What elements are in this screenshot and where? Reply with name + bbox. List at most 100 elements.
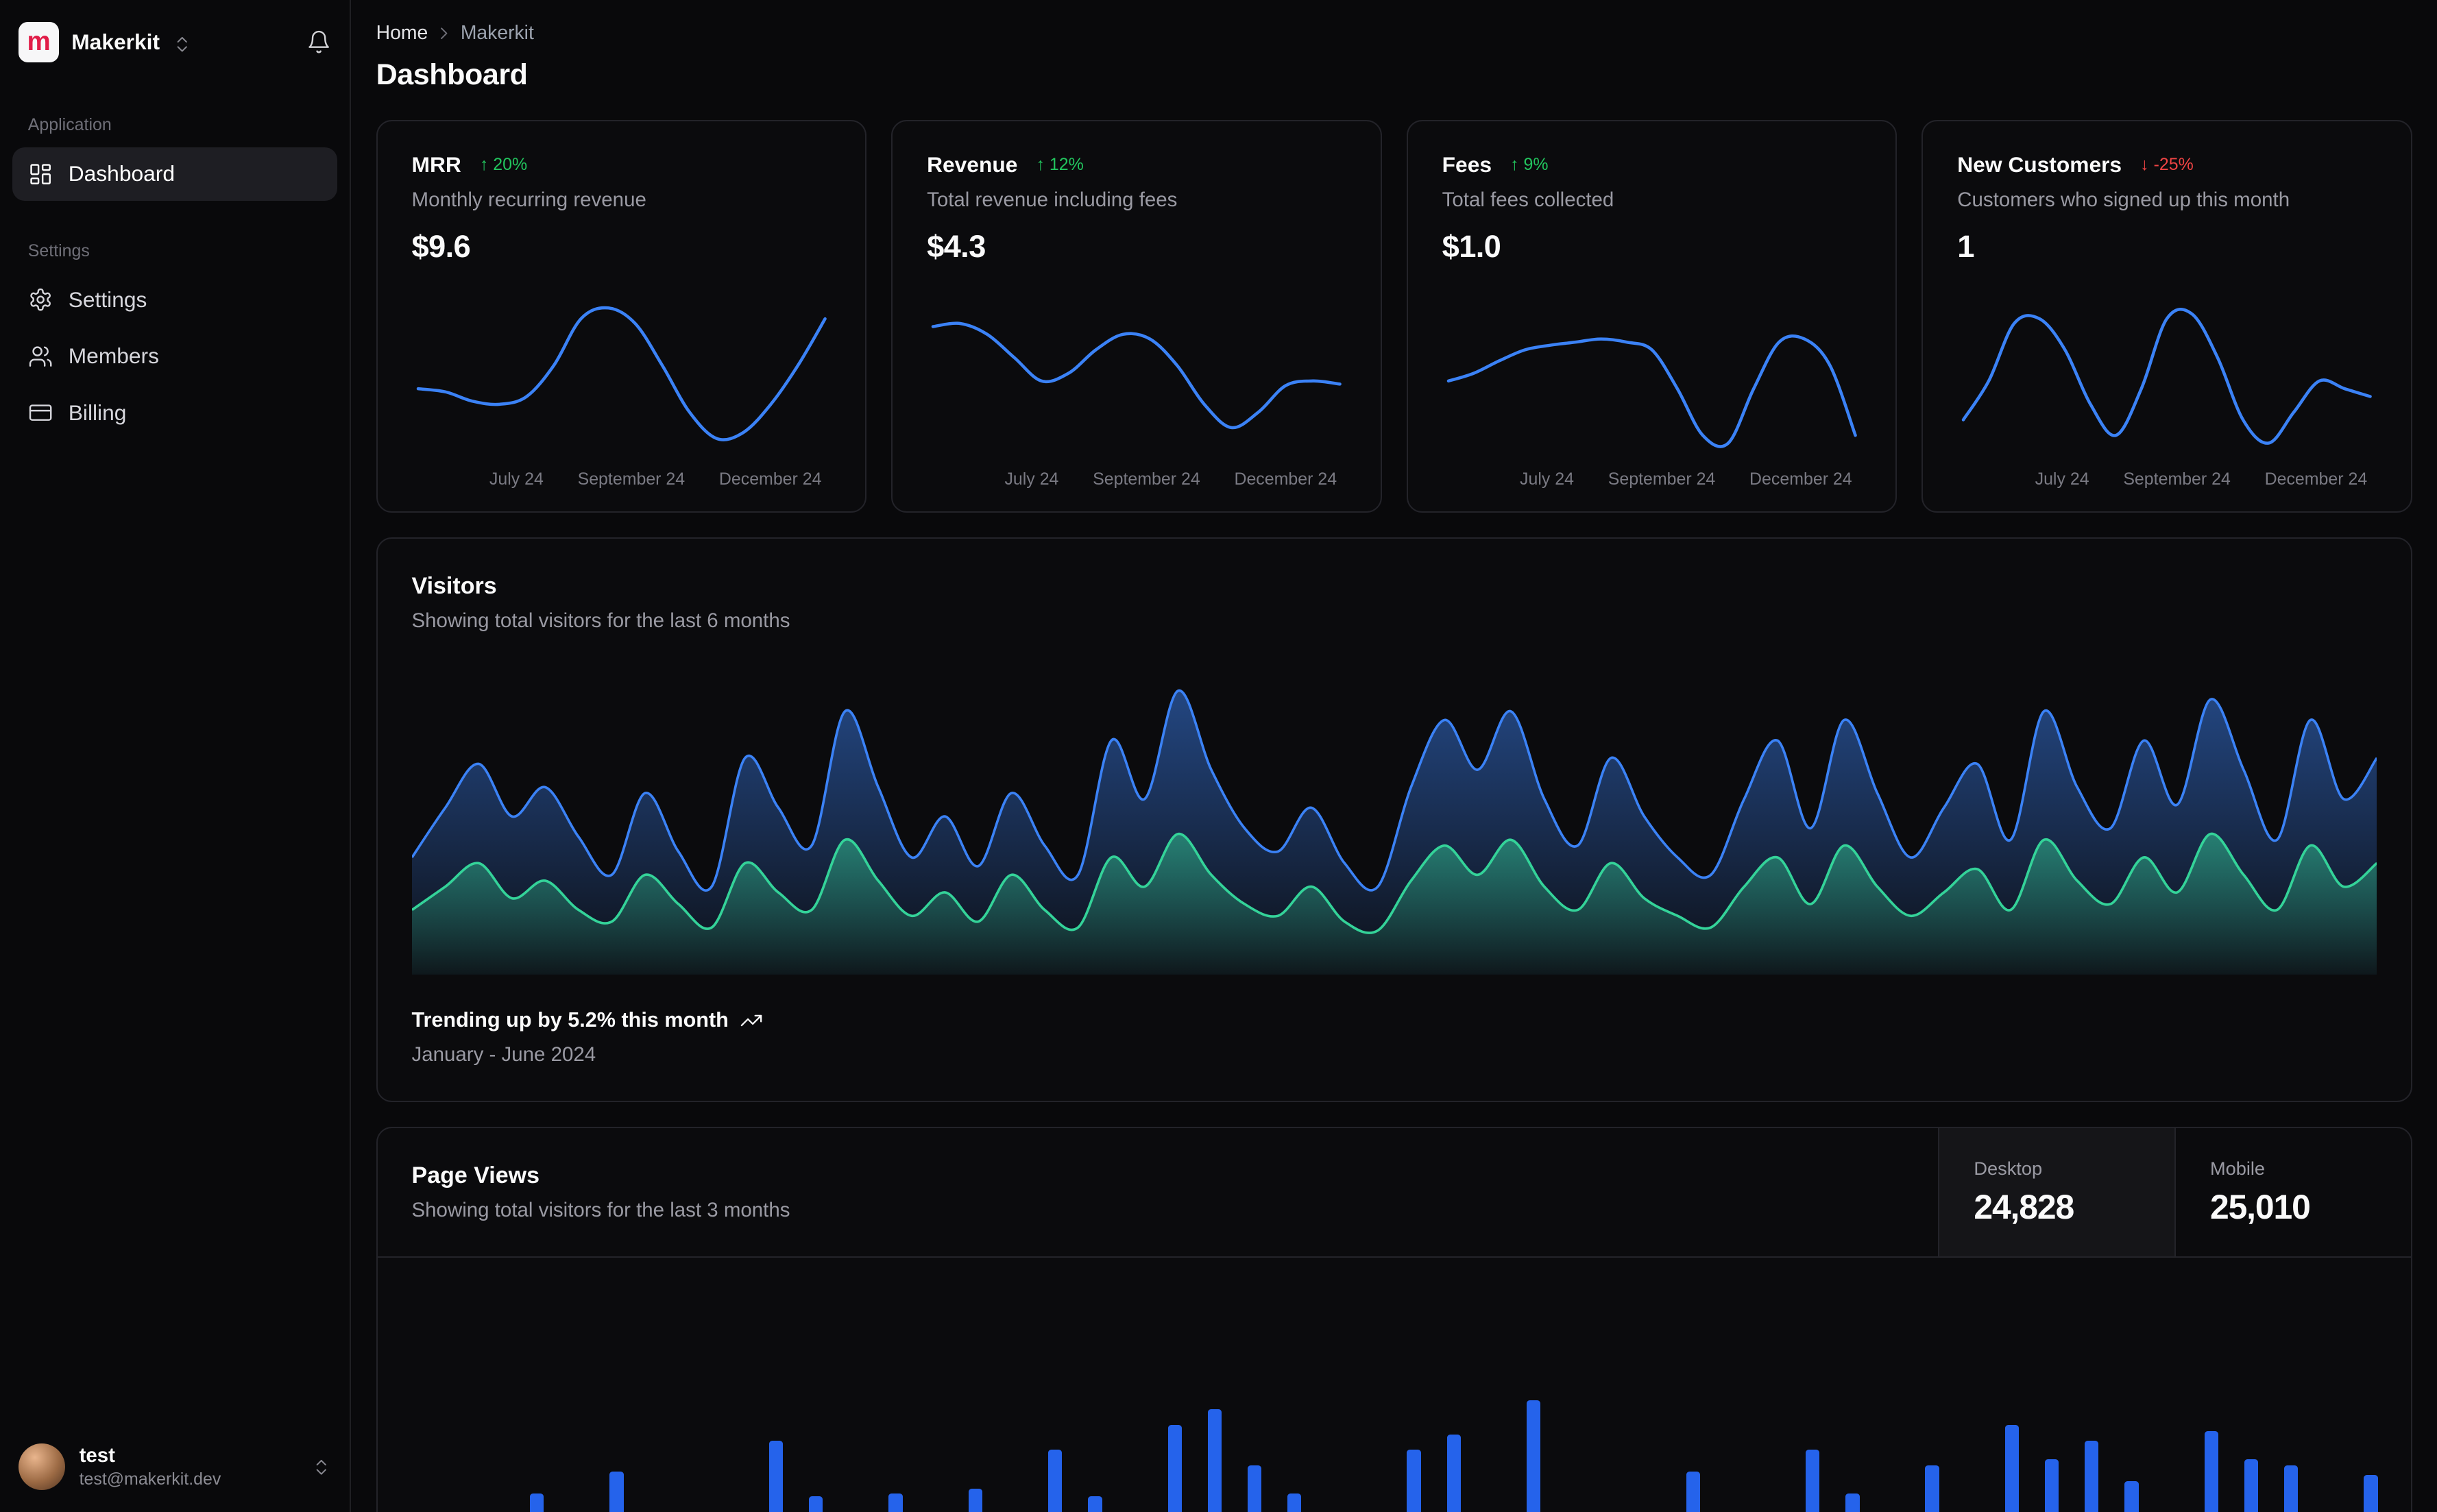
bar [1167, 1425, 1182, 1512]
toggle-value: 24,828 [1974, 1188, 2074, 1227]
visitors-card: Visitors Showing total visitors for the … [376, 537, 2412, 1103]
bar [1287, 1493, 1302, 1512]
bar [2085, 1440, 2099, 1512]
page-views-subtitle: Showing total visitors for the last 3 mo… [411, 1198, 790, 1221]
revenue-sparkline-chart [931, 321, 1342, 430]
avatar [19, 1443, 66, 1491]
bar [1207, 1409, 1222, 1512]
bar [609, 1472, 624, 1512]
notifications-bell-icon[interactable] [306, 29, 331, 54]
breadcrumb: Home Makerkit [376, 22, 2412, 45]
chevrons-up-down-icon [311, 1457, 331, 1477]
breadcrumb-home-link[interactable]: Home [376, 22, 428, 45]
chart-x-axis: July 24 September 24 December 24 [1520, 470, 1852, 489]
stat-card-mrr: MRR ↑ 20% Monthly recurring revenue $9.6 … [376, 119, 866, 513]
credit-card-icon [28, 400, 53, 425]
sidebar-item-label: Members [68, 343, 159, 369]
bar [530, 1493, 544, 1512]
user-account-menu[interactable]: test test@makerkit.dev [12, 1425, 337, 1512]
fees-sparkline-chart [1446, 334, 1857, 448]
trend-arrow-icon: ↑ [480, 155, 489, 175]
app-window: m Makerkit Application Dashboard Setting… [0, 0, 2437, 1512]
sidebar-item-label: Settings [68, 287, 147, 313]
chart-x-axis: July 24 September 24 December 24 [1004, 470, 1337, 489]
visitors-date-range: January - June 2024 [411, 1043, 596, 1066]
stat-description: Monthly recurring revenue [411, 188, 646, 212]
stat-value: $4.3 [927, 229, 986, 265]
trend-arrow-icon: ↑ [1510, 155, 1519, 175]
bar [2283, 1465, 2299, 1512]
stat-value: 1 [1957, 229, 1974, 265]
trend-badge: ↑ 9% [1510, 155, 1549, 175]
chart-x-axis: July 24 September 24 December 24 [2035, 470, 2368, 489]
bar [2124, 1480, 2139, 1512]
sidebar: m Makerkit Application Dashboard Setting… [0, 0, 352, 1512]
stat-card-new-customers: New Customers ↓ -25% Customers who signed… [1921, 119, 2412, 513]
bar [1526, 1400, 1541, 1512]
bar [1845, 1493, 1860, 1512]
main-content: Home Makerkit Dashboard MRR ↑ 20% Monthly… [351, 0, 2437, 1512]
stat-cards-row: MRR ↑ 20% Monthly recurring revenue $9.6 … [376, 119, 2412, 513]
toggle-label: Desktop [1974, 1157, 2043, 1179]
breadcrumb-current[interactable]: Makerkit [461, 22, 534, 45]
stat-description: Customers who signed up this month [1957, 188, 2290, 212]
sidebar-item-dashboard[interactable]: Dashboard [12, 147, 338, 201]
user-name: test [79, 1444, 115, 1467]
visitors-area-chart [411, 689, 2377, 975]
stat-title: MRR [411, 152, 461, 178]
chevron-right-icon [434, 23, 454, 43]
bar [809, 1496, 823, 1512]
toggle-mobile[interactable]: Mobile 25,010 [2174, 1128, 2411, 1256]
workspace-name: Makerkit [71, 29, 160, 54]
chart-x-axis: July 24 September 24 December 24 [489, 470, 822, 489]
bar [1446, 1434, 1461, 1512]
sidebar-item-members[interactable]: Members [12, 330, 337, 383]
toggle-value: 25,010 [2209, 1188, 2311, 1227]
stat-value: $9.6 [411, 229, 471, 265]
bar [1048, 1450, 1063, 1512]
visitors-subtitle: Showing total visitors for the last 6 mo… [411, 609, 790, 632]
toggle-desktop[interactable]: Desktop 24,828 [1938, 1128, 2175, 1256]
bar [1925, 1465, 1939, 1512]
stat-card-fees: Fees ↑ 9% Total fees collected $1.0 July … [1406, 119, 1898, 513]
bar [1806, 1450, 1820, 1512]
stat-description: Total fees collected [1442, 188, 1614, 212]
trend-badge: ↑ 20% [480, 155, 528, 175]
bar [1088, 1496, 1102, 1512]
sidebar-item-billing[interactable]: Billing [12, 386, 337, 439]
users-icon [28, 344, 53, 369]
trend-badge: ↑ 12% [1036, 155, 1084, 175]
page-views-header: Page Views Showing total visitors for th… [377, 1128, 2411, 1258]
stat-title: Revenue [927, 152, 1018, 178]
makerkit-logo: m [19, 21, 60, 62]
section-label: Application [27, 114, 112, 134]
trend-arrow-icon: ↓ [2140, 155, 2149, 175]
sidebar-item-settings[interactable]: Settings [12, 273, 337, 327]
bar [2244, 1459, 2259, 1512]
bar [2044, 1459, 2059, 1512]
stat-description: Total revenue including fees [927, 188, 1178, 212]
stat-card-revenue: Revenue ↑ 12% Total revenue including fee… [891, 119, 1382, 513]
sidebar-item-label: Dashboard [68, 161, 175, 186]
bar [2004, 1425, 2020, 1512]
section-label: Settings [27, 241, 90, 260]
bar [968, 1488, 983, 1512]
mrr-sparkline-chart [416, 306, 827, 442]
dashboard-icon [28, 162, 53, 186]
page-views-title: Page Views [411, 1162, 540, 1189]
stat-title: Fees [1442, 152, 1492, 178]
trending-up-icon [740, 1009, 763, 1032]
workspace-switcher[interactable]: m Makerkit [12, 0, 337, 77]
sidebar-item-label: Billing [68, 400, 127, 425]
stat-title: New Customers [1957, 152, 2122, 178]
visitors-trend-text: Trending up by 5.2% this month [411, 1008, 729, 1032]
stat-value: $1.0 [1442, 229, 1501, 265]
trend-arrow-icon: ↑ [1036, 155, 1045, 175]
bar [1686, 1472, 1700, 1512]
visitors-title: Visitors [411, 573, 497, 600]
user-email: test@makerkit.dev [79, 1470, 221, 1489]
sidebar-section-settings: Settings Settings Members Billing [12, 235, 337, 443]
page-title: Dashboard [376, 58, 528, 92]
chevrons-up-down-icon [172, 32, 192, 52]
new-customers-sparkline-chart [1961, 308, 2373, 446]
